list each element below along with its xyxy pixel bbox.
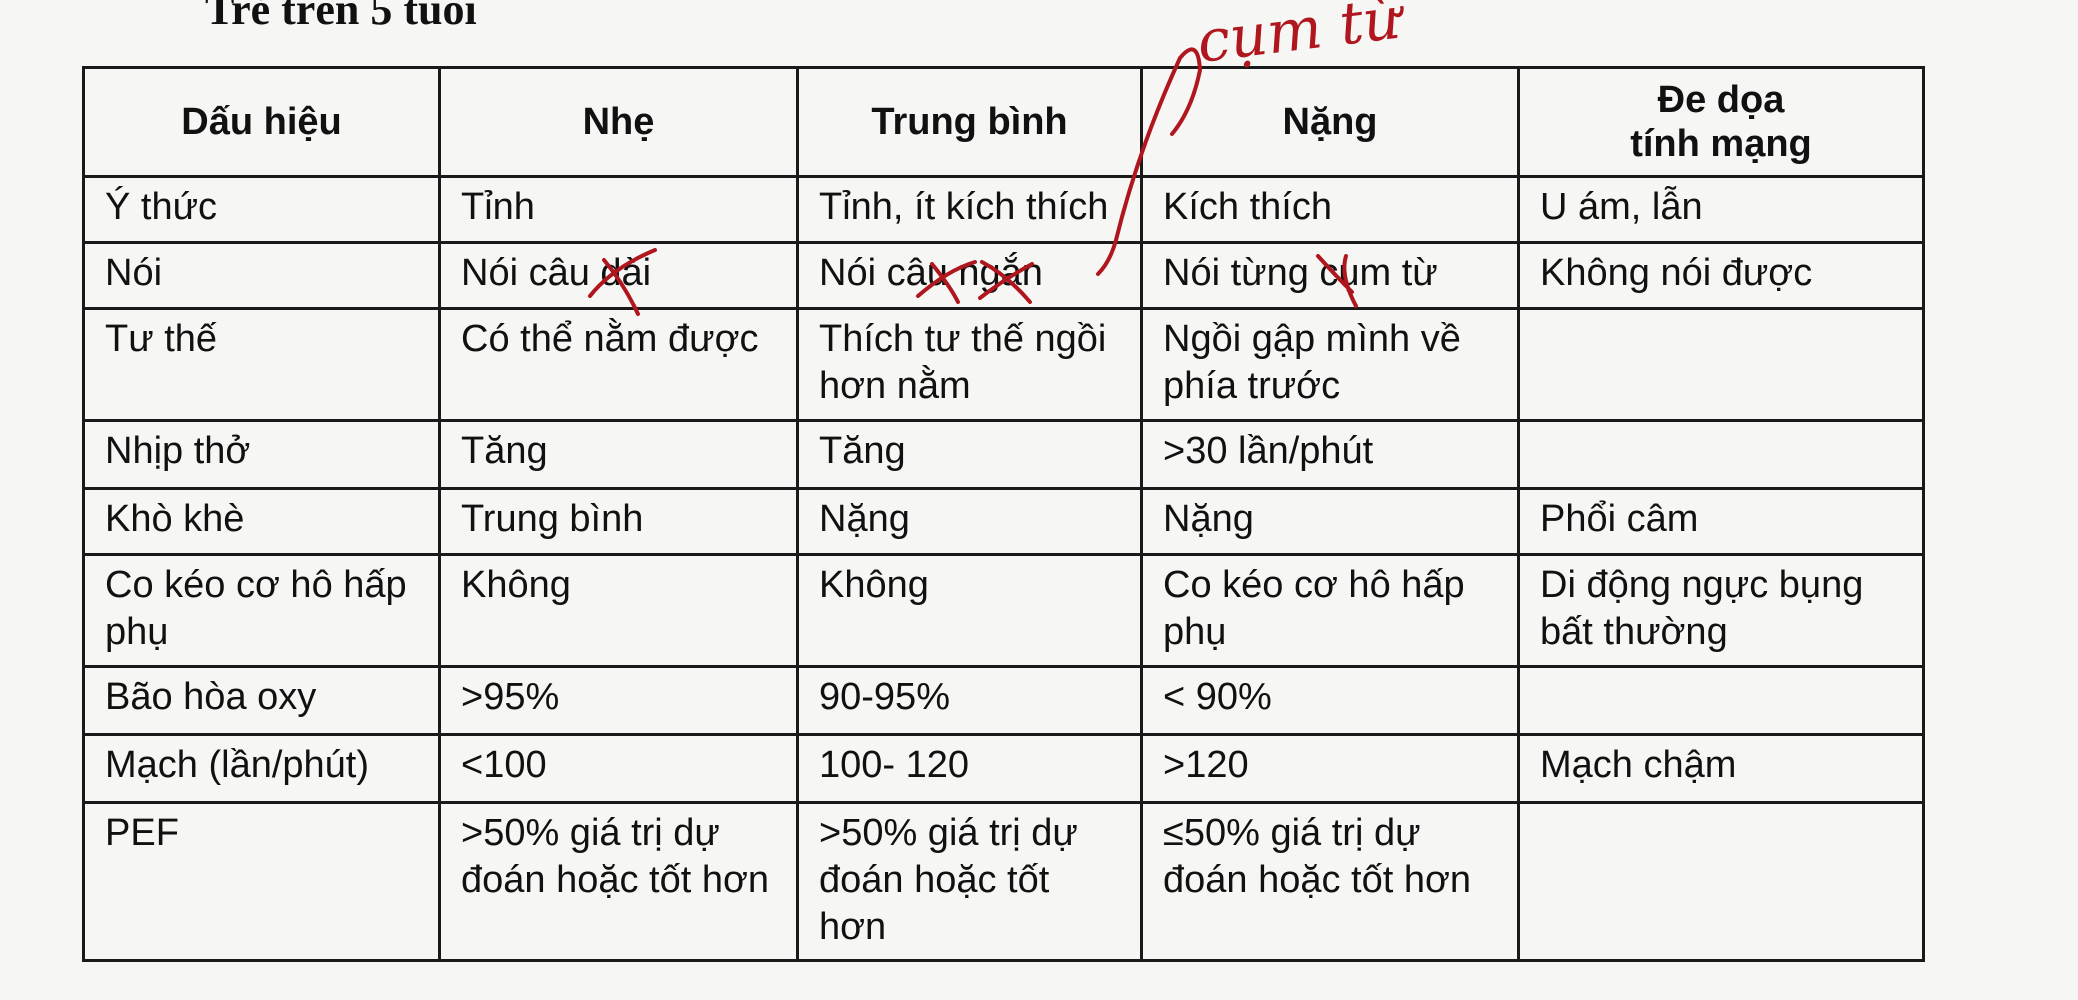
header-mild: Nhẹ — [438, 66, 799, 178]
table-cell: Nặng — [796, 487, 1143, 556]
table-cell: 90-95% — [796, 665, 1143, 736]
table-cell: Nhịp thở — [82, 419, 441, 490]
page-title: Trẻ trên 5 tuổi — [205, 0, 477, 34]
table-cell: Tăng — [796, 419, 1143, 490]
table-cell: Tăng — [438, 419, 799, 490]
table-cell: Bão hòa oxy — [82, 665, 441, 736]
table-row: Tư thế Có thể nằm được Thích tư thế ngồi… — [82, 307, 1925, 422]
table-cell — [1517, 665, 1925, 736]
table-row: Nhịp thở Tăng Tăng >30 lần/phút — [82, 419, 1925, 490]
table-row: Co kéo cơ hô hấp phụ Không Không Co kéo … — [82, 553, 1925, 668]
table-cell: Thích tư thế ngồi hơn nằm — [796, 307, 1143, 422]
table-cell: Nói câu dài — [438, 241, 799, 310]
header-severe: Nặng — [1140, 66, 1520, 178]
table-cell: Không — [796, 553, 1143, 668]
table-cell: Trung bình — [438, 487, 799, 556]
table-cell — [1517, 801, 1925, 962]
table-cell: < 90% — [1140, 665, 1520, 736]
table-row: PEF >50% giá trị dự đoán hoặc tốt hơn >5… — [82, 801, 1925, 962]
table-cell: Tỉnh — [438, 175, 799, 244]
table-cell: <100 — [438, 733, 799, 804]
table-cell: Nặng — [1140, 487, 1520, 556]
table-cell: >50% giá trị dự đoán hoặc tốt hơn — [438, 801, 799, 962]
table-cell: Nói câu ngắn — [796, 241, 1143, 310]
table-cell: Nói — [82, 241, 441, 310]
table-cell: Kích thích — [1140, 175, 1520, 244]
asthma-severity-table: Dấu hiệu Nhẹ Trung bình Nặng Đe dọa tính… — [82, 66, 1925, 962]
table-cell: Không — [438, 553, 799, 668]
table-row: Bão hòa oxy >95% 90-95% < 90% — [82, 665, 1925, 736]
header-life-threatening: Đe dọa tính mạng — [1517, 66, 1925, 178]
table-cell: Ý thức — [82, 175, 441, 244]
table-row: Khò khè Trung bình Nặng Nặng Phổi câm — [82, 487, 1925, 556]
table-cell: >95% — [438, 665, 799, 736]
table-cell: Di động ngực bụng bất thường — [1517, 553, 1925, 668]
table-cell: >30 lần/phút — [1140, 419, 1520, 490]
table-cell: Mạch chậm — [1517, 733, 1925, 804]
header-sign: Dấu hiệu — [82, 66, 441, 178]
table-cell: PEF — [82, 801, 441, 962]
table-cell: Mạch (lần/phút) — [82, 733, 441, 804]
table-cell: U ám, lẫn — [1517, 175, 1925, 244]
table-cell: Tỉnh, ít kích thích — [796, 175, 1143, 244]
table-cell: Nói từng cụm từ — [1140, 241, 1520, 310]
table-cell: Ngồi gập mình về phía trước — [1140, 307, 1520, 422]
table-cell: Có thể nằm được — [438, 307, 799, 422]
table-cell: 100- 120 — [796, 733, 1143, 804]
table-cell — [1517, 307, 1925, 422]
table-cell: Khò khè — [82, 487, 441, 556]
table-cell: ≤50% giá trị dự đoán hoặc tốt hơn — [1140, 801, 1520, 962]
header-moderate: Trung bình — [796, 66, 1143, 178]
table-cell: Phổi câm — [1517, 487, 1925, 556]
handwritten-note: cụm từ — [1193, 0, 1409, 76]
table-cell — [1517, 419, 1925, 490]
table-row: Ý thức Tỉnh Tỉnh, ít kích thích Kích thí… — [82, 175, 1925, 244]
table-header-row: Dấu hiệu Nhẹ Trung bình Nặng Đe dọa tính… — [82, 66, 1925, 178]
table-cell: >120 — [1140, 733, 1520, 804]
table-cell: Tư thế — [82, 307, 441, 422]
table-row: Mạch (lần/phút) <100 100- 120 >120 Mạch … — [82, 733, 1925, 804]
table-cell: Co kéo cơ hô hấp phụ — [1140, 553, 1520, 668]
table-cell: Không nói được — [1517, 241, 1925, 310]
table-cell: >50% giá trị dự đoán hoặc tốt hơn — [796, 801, 1143, 962]
table-row: Nói Nói câu dài Nói câu ngắn Nói từng cụ… — [82, 241, 1925, 310]
table-cell: Co kéo cơ hô hấp phụ — [82, 553, 441, 668]
